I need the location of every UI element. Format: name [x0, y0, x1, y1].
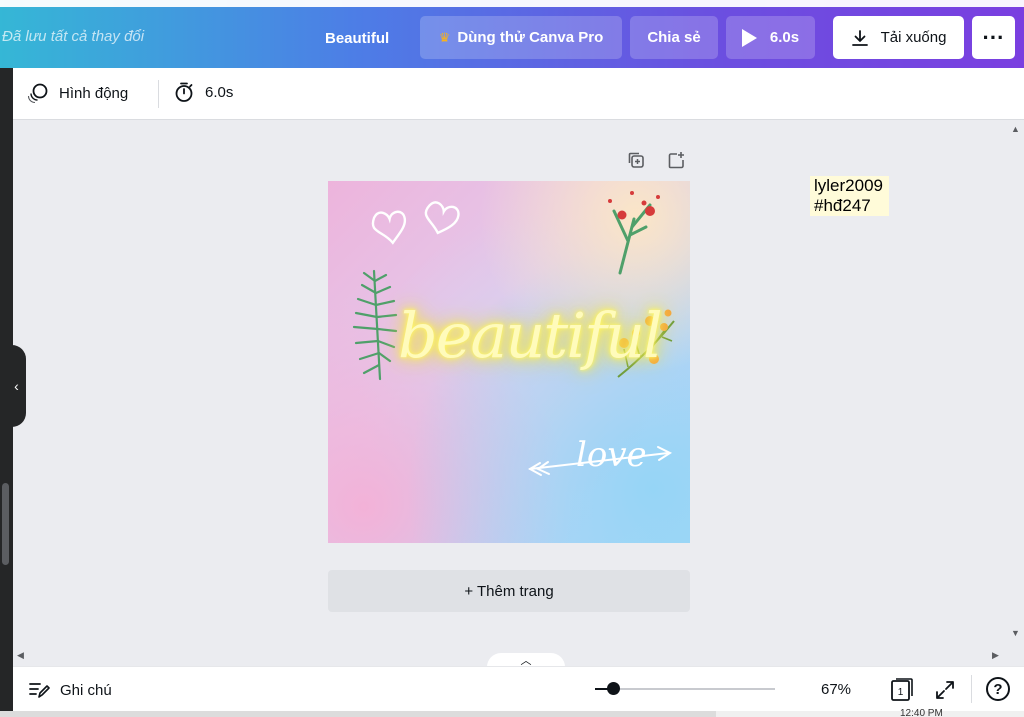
design-page[interactable]: beautiful love: [328, 181, 690, 543]
share-button[interactable]: Chia sẻ: [630, 16, 718, 59]
add-page-button[interactable]: + Thêm trang: [328, 570, 690, 612]
editor-toolbar: Hình động 6.0s: [13, 68, 1024, 120]
top-header: Đã lưu tất cả thay đổi Beautiful ♛ Dùng …: [0, 0, 1024, 68]
vertical-scrollbar[interactable]: ▲ ▼: [1006, 120, 1024, 647]
scroll-down-icon[interactable]: ▼: [1011, 628, 1020, 638]
fullscreen-icon[interactable]: [933, 678, 957, 702]
scroll-up-icon[interactable]: ▲: [1011, 124, 1020, 134]
share-label: Chia sẻ: [647, 29, 701, 46]
notes-label: Ghi chú: [60, 681, 112, 699]
add-page-icon[interactable]: [666, 150, 686, 170]
crown-icon: ♛: [438, 29, 451, 45]
chevron-left-icon: ‹: [14, 378, 19, 394]
notes-icon: [29, 683, 50, 698]
more-options-button[interactable]: ···: [972, 16, 1015, 59]
download-label: Tải xuống: [880, 29, 947, 46]
download-icon: [851, 29, 868, 46]
notes-button[interactable]: Ghi chú: [28, 680, 112, 700]
scroll-left-icon[interactable]: ◀: [17, 650, 24, 661]
help-button[interactable]: ?: [986, 677, 1010, 701]
animation-button[interactable]: Hình động: [27, 82, 128, 104]
page-count-icon[interactable]: 1: [889, 676, 915, 702]
play-duration: 6.0s: [769, 29, 800, 46]
play-button[interactable]: 6.0s: [726, 16, 815, 59]
sticky-note: lyler2009 #hđ247: [810, 176, 889, 216]
try-canva-pro-button[interactable]: ♛ Dùng thử Canva Pro: [420, 16, 622, 59]
download-button[interactable]: Tải xuống: [833, 16, 964, 59]
animation-label: Hình động: [59, 84, 129, 102]
page-count: 1: [898, 687, 904, 698]
pine-branch: [352, 269, 398, 381]
scroll-right-icon[interactable]: ▶: [992, 650, 999, 661]
animation-icon: [27, 83, 48, 104]
zoom-percentage[interactable]: 67%: [821, 681, 851, 698]
document-title[interactable]: Beautiful: [325, 30, 389, 47]
play-icon: [741, 28, 757, 47]
neon-beautiful-text[interactable]: beautiful: [398, 299, 663, 372]
stopwatch-icon: [175, 82, 193, 102]
zoom-slider-handle[interactable]: [607, 682, 620, 695]
more-dots-icon: ···: [982, 24, 1005, 50]
try-pro-label: Dùng thử Canva Pro: [457, 29, 604, 46]
help-icon: ?: [993, 680, 1003, 698]
footer-divider: [971, 675, 972, 703]
taskbar-clock: 12:40 PM: [900, 708, 943, 717]
canva-editor: Đã lưu tất cả thay đổi Beautiful ♛ Dùng …: [0, 0, 1024, 717]
zoom-slider[interactable]: [595, 682, 775, 695]
editor-footer: Ghi chú 67% 1 ?: [13, 666, 1024, 711]
page-actions: [626, 150, 686, 170]
side-scrollbar-thumb[interactable]: [2, 483, 9, 565]
love-text[interactable]: love: [576, 435, 647, 475]
timing-label: 6.0s: [205, 83, 234, 101]
toolbar-divider: [158, 80, 159, 108]
sticky-line-2: #hđ247: [814, 196, 871, 215]
collapse-panel-button[interactable]: ‹: [0, 345, 26, 427]
sticky-line-1: lyler2009: [814, 176, 883, 195]
save-status: Đã lưu tất cả thay đổi: [2, 28, 145, 45]
expand-pages-tab[interactable]: ︿: [487, 653, 565, 667]
os-taskbar-area: [0, 711, 716, 717]
timing-button[interactable]: 6.0s: [173, 81, 233, 103]
duplicate-page-icon[interactable]: [626, 150, 646, 170]
